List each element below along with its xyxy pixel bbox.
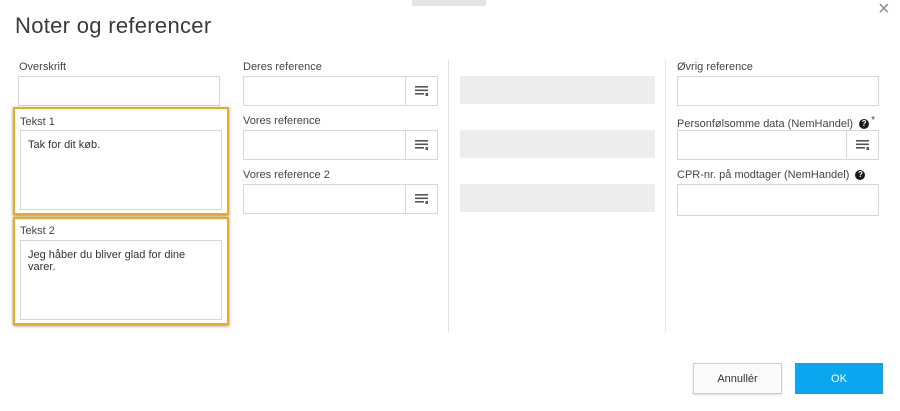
cpr-input[interactable] — [677, 184, 879, 216]
tekst2-label: Tekst 2 — [20, 225, 55, 237]
help-circle-icon[interactable]: ? — [859, 118, 870, 129]
overskrift-input[interactable] — [18, 76, 220, 106]
tekst1-textarea[interactable]: Tak for dit køb. — [20, 130, 222, 210]
cpr-label-row: CPR-nr. på modtager (NemHandel)? — [677, 169, 866, 181]
help-circle-icon[interactable]: ? — [855, 169, 866, 180]
oevrig-reference-label: Øvrig reference — [677, 61, 753, 73]
vores-reference-name-readonly — [460, 130, 655, 158]
deres-reference-label: Deres reference — [243, 61, 322, 73]
ok-button[interactable]: OK — [795, 363, 883, 394]
list-lookup-icon — [414, 139, 428, 150]
vores-reference2-input[interactable] — [243, 184, 438, 214]
drag-handle[interactable] — [412, 0, 486, 6]
vores-reference2-lookup-button[interactable] — [405, 185, 437, 213]
column-divider — [665, 60, 666, 332]
personfoelsomme-label-row: Personfølsomme data (NemHandel)? * — [677, 115, 875, 130]
personfoelsomme-input[interactable] — [677, 130, 879, 160]
vores-reference-lookup-button[interactable] — [405, 131, 437, 159]
tekst1-label: Tekst 1 — [20, 116, 55, 128]
personfoelsomme-lookup-button[interactable] — [846, 131, 878, 159]
vores-reference-label: Vores reference — [243, 115, 321, 127]
cpr-label: CPR-nr. på modtager (NemHandel) — [677, 169, 850, 181]
tekst1-highlight: Tekst 1 Tak for dit køb. — [13, 107, 229, 215]
personfoelsomme-label: Personfølsomme data (NemHandel) — [677, 118, 854, 130]
tekst2-highlight: Tekst 2 Jeg håber du bliver glad for din… — [13, 217, 229, 325]
list-lookup-icon — [414, 85, 428, 96]
column-divider — [448, 60, 449, 332]
vores-reference-input[interactable] — [243, 130, 438, 160]
tekst2-textarea[interactable]: Jeg håber du bliver glad for dine varer. — [20, 240, 222, 320]
deres-reference-name-readonly — [460, 76, 655, 104]
required-marker: * — [871, 115, 875, 126]
vores-reference2-label: Vores reference 2 — [243, 169, 330, 181]
list-lookup-icon — [414, 193, 428, 204]
dialog-title: Noter og referencer — [15, 13, 212, 38]
vores-reference2-name-readonly — [460, 184, 655, 212]
deres-reference-lookup-button[interactable] — [405, 77, 437, 105]
list-lookup-icon — [855, 139, 869, 150]
overskrift-label: Overskrift — [19, 61, 67, 73]
deres-reference-input[interactable] — [243, 76, 438, 106]
cancel-button[interactable]: Annullér — [693, 363, 782, 394]
oevrig-reference-input[interactable] — [677, 76, 879, 106]
close-icon[interactable]: × — [878, 0, 890, 21]
